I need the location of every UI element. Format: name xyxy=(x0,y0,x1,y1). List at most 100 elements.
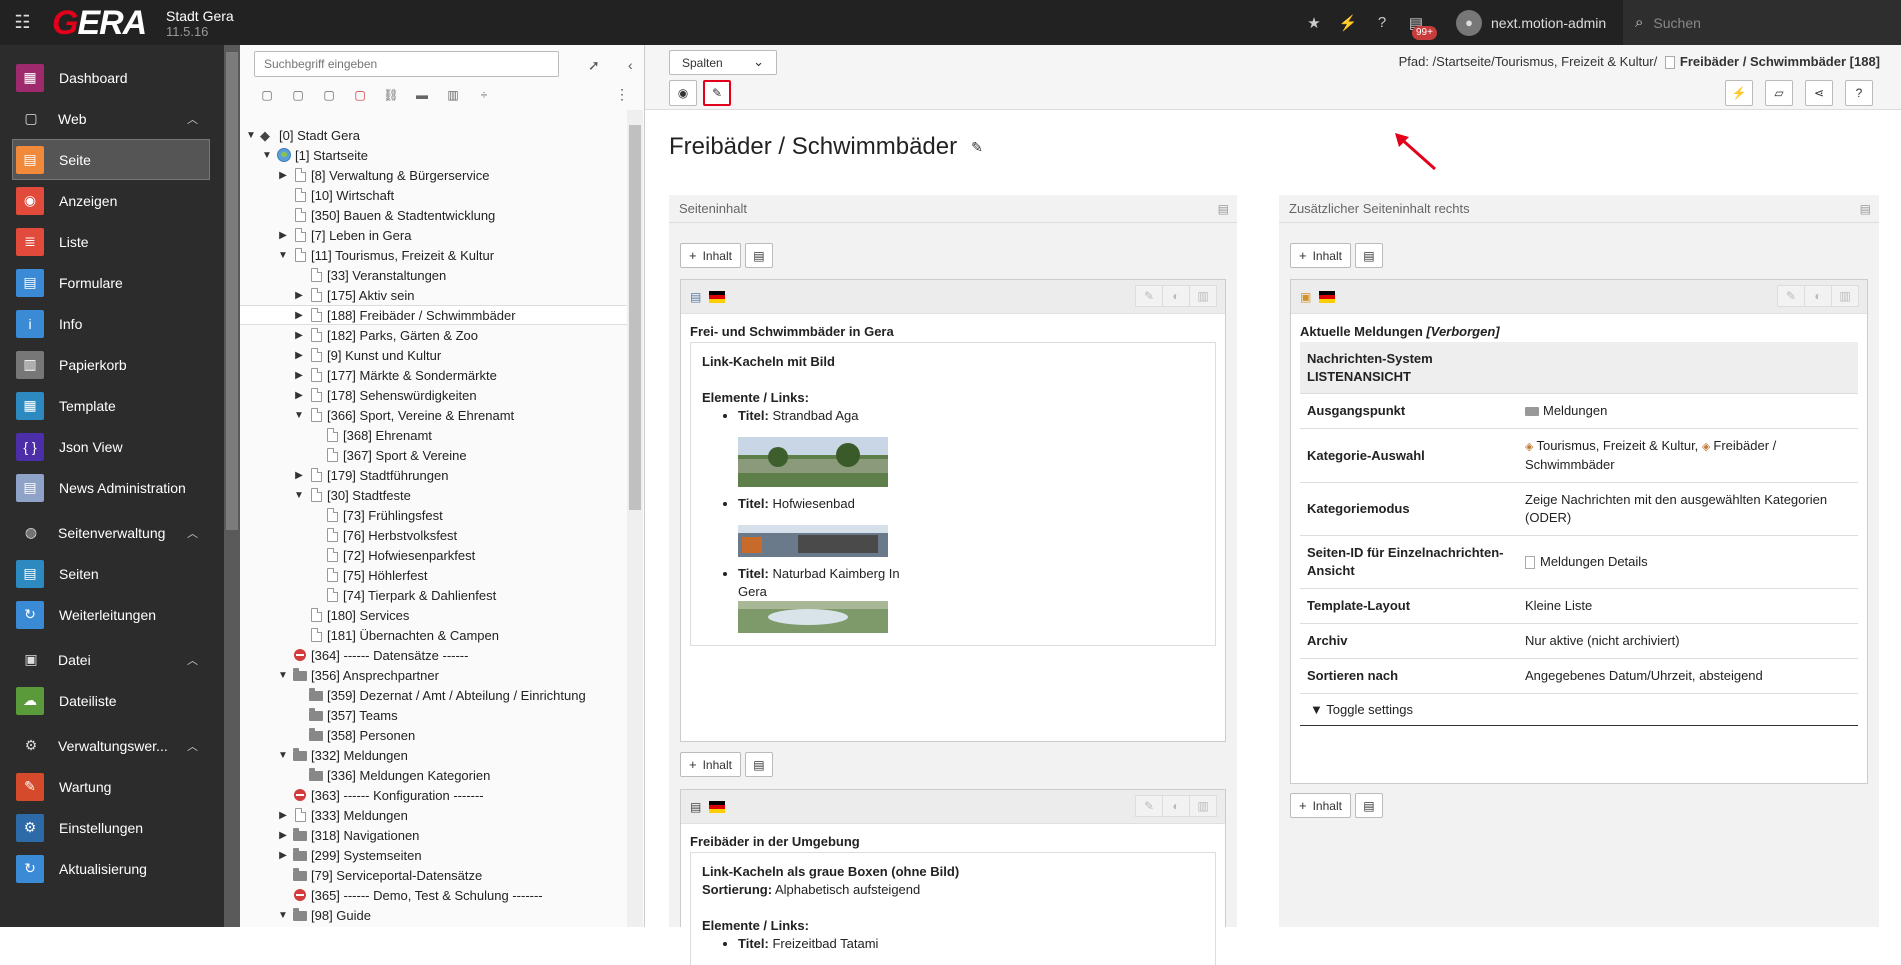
tree-node[interactable]: [181] Übernachten & Campen xyxy=(240,625,499,645)
page-icon[interactable] xyxy=(308,348,324,362)
tree-node-label[interactable]: [7] Leben in Gera xyxy=(311,228,411,243)
collapse-triangle-icon[interactable]: ▼ xyxy=(292,490,306,501)
add-content-button[interactable]: + Inhalt xyxy=(1290,793,1351,818)
tree-node-label[interactable]: [188] Freibäder / Schwimmbäder xyxy=(327,308,516,323)
folder-icon[interactable]: ▬ xyxy=(409,85,435,105)
recycler-icon[interactable]: ▥ xyxy=(440,85,466,105)
sidebar-item-aktualisierung[interactable]: ↻ Aktualisierung xyxy=(0,848,224,889)
collapse-triangle-icon[interactable]: ▼ xyxy=(244,130,258,141)
tree-node[interactable]: ▶ [333] Meldungen xyxy=(240,805,408,825)
toggle-visibility-icon[interactable]: ◐ xyxy=(1162,285,1190,307)
tree-node-label[interactable]: [359] Dezernat / Amt / Abteilung / Einri… xyxy=(327,688,586,703)
tree-node-label[interactable]: [182] Parks, Gärten & Zoo xyxy=(327,328,478,343)
tree-node[interactable]: ▼ [11] Tourismus, Freizeit & Kultur xyxy=(240,245,494,265)
delete-trash-icon[interactable]: ▥ xyxy=(1189,795,1217,817)
page-icon[interactable] xyxy=(308,488,324,502)
tree-node-label[interactable]: [9] Kunst und Kultur xyxy=(327,348,441,363)
tree-node[interactable]: [180] Services xyxy=(240,605,409,625)
sidebar-item-anzeigen[interactable]: ◉ Anzeigen xyxy=(0,180,224,221)
page-icon[interactable] xyxy=(308,308,324,322)
tree-node-label[interactable]: [332] Meldungen xyxy=(311,748,408,763)
tree-node-label[interactable]: [1] Startseite xyxy=(295,148,368,163)
tree-node[interactable]: ▶ [178] Sehenswürdigkeiten xyxy=(240,385,477,405)
tree-node-label[interactable]: [366] Sport, Vereine & Ehrenamt xyxy=(327,408,514,423)
tree-node[interactable]: [75] Höhlerfest xyxy=(240,565,428,585)
tree-node-label[interactable]: [179] Stadtführungen xyxy=(327,468,448,483)
page-icon[interactable] xyxy=(324,508,340,522)
add-content-button[interactable]: + Inhalt xyxy=(1290,243,1351,268)
sidebar-item-dashboard[interactable]: ▦ Dashboard xyxy=(0,57,224,98)
folder-icon[interactable] xyxy=(308,688,324,702)
tree-node[interactable]: ▶ [188] Freibäder / Schwimmbäder xyxy=(240,305,627,325)
page-icon[interactable] xyxy=(308,288,324,302)
tree-node[interactable]: [359] Dezernat / Amt / Abteilung / Einri… xyxy=(240,685,586,705)
page-icon[interactable] xyxy=(308,608,324,622)
expand-triangle-icon[interactable]: ▶ xyxy=(292,470,306,481)
tree-node[interactable]: [350] Bauen & Stadtentwicklung xyxy=(240,205,495,225)
tree-node-label[interactable]: [368] Ehrenamt xyxy=(343,428,432,443)
tree-node[interactable]: [364] ------ Datensätze ------ xyxy=(240,645,468,665)
tree-node[interactable]: ▶ [9] Kunst und Kultur xyxy=(240,345,441,365)
tree-node-label[interactable]: [98] Guide xyxy=(311,908,371,923)
divider-stop-icon[interactable] xyxy=(292,788,308,802)
tree-node-label[interactable]: [11] Tourismus, Freizeit & Kultur xyxy=(311,248,494,263)
tree-node[interactable]: ▼ [366] Sport, Vereine & Ehrenamt xyxy=(240,405,514,425)
page-icon[interactable] xyxy=(324,428,340,442)
tree-node-label[interactable]: [363] ------ Konfiguration ------- xyxy=(311,788,484,803)
tree-node-label[interactable]: [336] Meldungen Kategorien xyxy=(327,768,490,783)
tree-node-label[interactable]: [10] Wirtschaft xyxy=(311,188,394,203)
page-icon[interactable] xyxy=(308,408,324,422)
page-icon[interactable] xyxy=(308,368,324,382)
content-element[interactable]: ▣ ✎ ◐ ▥ Aktuelle Meldungen [Verborgen] N… xyxy=(1290,279,1868,784)
sidebar-item-formulare[interactable]: ▤ Formulare xyxy=(0,262,224,303)
sidebar-item-seite[interactable]: ▤ Seite xyxy=(12,139,210,180)
tree-node-label[interactable]: [178] Sehenswürdigkeiten xyxy=(327,388,477,403)
tree-node-label[interactable]: [365] ------ Demo, Test & Schulung -----… xyxy=(311,888,543,903)
sidebar-item-liste[interactable]: ≣ Liste xyxy=(0,221,224,262)
delete-trash-icon[interactable]: ▥ xyxy=(1831,285,1859,307)
tree-node-label[interactable]: [33] Veranstaltungen xyxy=(327,268,446,283)
tree-node-label[interactable]: [356] Ansprechpartner xyxy=(311,668,439,683)
tree-node-label[interactable]: [30] Stadtfeste xyxy=(327,488,411,503)
apps-menu-icon[interactable]: ☷ xyxy=(0,0,45,45)
sidebar-item-weiterleitungen[interactable]: ↻ Weiterleitungen xyxy=(0,594,224,635)
tree-node[interactable]: ▼ ◆ [0] Stadt Gera xyxy=(240,125,360,145)
new-page-shortcut-icon[interactable]: ▢ xyxy=(316,85,342,105)
sidebar-group-verwaltungswer-[interactable]: ⚙ Verwaltungswer... ︿ xyxy=(0,725,224,766)
expand-triangle-icon[interactable]: ▶ xyxy=(276,170,290,181)
tree-node[interactable]: [368] Ehrenamt xyxy=(240,425,432,445)
typo3-root-icon[interactable]: ◆ xyxy=(260,128,276,143)
tree-node-label[interactable]: [73] Frühlingsfest xyxy=(343,508,443,523)
divider-stop-icon[interactable] xyxy=(292,648,308,662)
add-content-button[interactable]: + Inhalt xyxy=(680,752,741,777)
tree-node[interactable]: [363] ------ Konfiguration ------- xyxy=(240,785,484,805)
sidebar-item-seiten[interactable]: ▤ Seiten xyxy=(0,553,224,594)
edit-pencil-icon[interactable]: ✎ xyxy=(1135,285,1163,307)
tree-node-label[interactable]: [74] Tierpark & Dahlienfest xyxy=(343,588,496,603)
collapse-tree-icon[interactable]: ‹ xyxy=(628,57,633,73)
folder-icon[interactable] xyxy=(292,848,308,862)
sidebar-scrollbar-thumb[interactable] xyxy=(226,52,238,530)
collapse-triangle-icon[interactable]: ▼ xyxy=(292,410,306,421)
toggle-visibility-icon[interactable]: ◐ xyxy=(1162,795,1190,817)
tree-scrollbar-thumb[interactable] xyxy=(629,125,641,510)
tree-node[interactable]: [74] Tierpark & Dahlienfest xyxy=(240,585,496,605)
page-icon[interactable] xyxy=(308,268,324,282)
chevron-up-icon[interactable]: ︿ xyxy=(187,111,198,127)
sidebar-item-einstellungen[interactable]: ⚙ Einstellungen xyxy=(0,807,224,848)
folder-icon[interactable] xyxy=(308,708,324,722)
tree-node[interactable]: ▼ [30] Stadtfeste xyxy=(240,485,411,505)
paste-button[interactable]: ▤ xyxy=(1354,793,1383,818)
view-page-button[interactable]: ◉ xyxy=(669,80,697,106)
expand-triangle-icon[interactable]: ▶ xyxy=(292,290,306,301)
new-page-mountpoint-icon[interactable]: ▢ xyxy=(347,85,373,105)
tree-node[interactable]: [365] ------ Demo, Test & Schulung -----… xyxy=(240,885,543,905)
bookmarks-star-icon[interactable]: ★ xyxy=(1300,0,1328,45)
chevron-up-icon[interactable]: ︿ xyxy=(187,525,198,541)
paste-button[interactable]: ▤ xyxy=(744,243,773,268)
tree-node-label[interactable]: [358] Personen xyxy=(327,728,415,743)
page-icon[interactable] xyxy=(308,328,324,342)
tree-node-label[interactable]: [72] Hofwiesenparkfest xyxy=(343,548,475,563)
link-icon[interactable]: ⛓ xyxy=(378,85,404,105)
tree-node-label[interactable]: [333] Meldungen xyxy=(311,808,408,823)
